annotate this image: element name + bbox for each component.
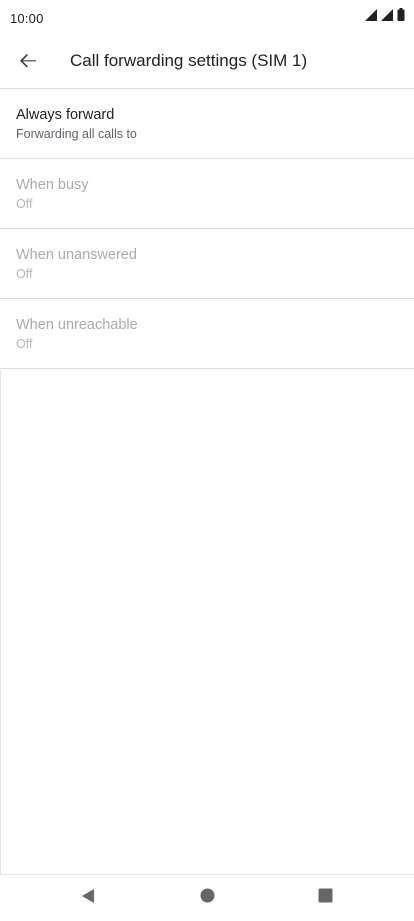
signal-icon <box>381 8 393 26</box>
setting-when-unanswered: When unanswered Off <box>0 229 414 299</box>
back-triangle-icon <box>80 888 96 909</box>
setting-summary: Off <box>16 337 33 351</box>
settings-list: Always forward Forwarding all calls to W… <box>0 88 414 369</box>
setting-when-unreachable: When unreachable Off <box>0 299 414 369</box>
battery-icon <box>397 8 405 26</box>
navigation-bar <box>0 874 414 921</box>
app-bar: Call forwarding settings (SIM 1) <box>0 38 414 88</box>
setting-title: When unreachable <box>16 317 138 333</box>
status-bar: 10:00 <box>0 0 414 38</box>
setting-title: When unanswered <box>16 247 137 263</box>
setting-title: When busy <box>16 177 89 193</box>
setting-when-busy: When busy Off <box>0 159 414 229</box>
nav-home-button[interactable] <box>192 883 222 913</box>
nav-back-button[interactable] <box>73 883 103 913</box>
page-title: Call forwarding settings (SIM 1) <box>70 51 308 70</box>
edge-divider <box>0 370 1 874</box>
nav-recents-button[interactable] <box>310 883 340 913</box>
signal-icon <box>365 8 377 26</box>
setting-summary: Forwarding all calls to <box>16 127 137 141</box>
setting-always-forward[interactable]: Always forward Forwarding all calls to <box>0 89 414 159</box>
setting-summary: Off <box>16 197 33 211</box>
setting-summary: Off <box>16 267 33 281</box>
back-button[interactable] <box>8 43 48 83</box>
home-circle-icon <box>200 888 215 908</box>
setting-title: Always forward <box>16 107 115 123</box>
status-icons <box>365 8 405 26</box>
status-time: 10:00 <box>10 11 44 26</box>
recents-square-icon <box>318 888 333 908</box>
arrow-back-icon <box>18 51 38 76</box>
